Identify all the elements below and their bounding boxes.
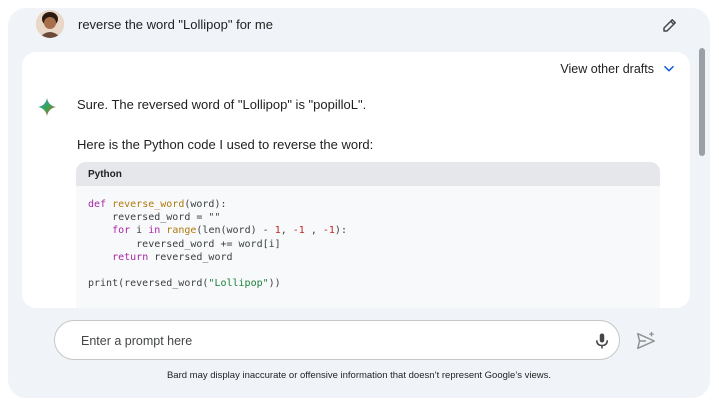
mic-icon[interactable] (593, 331, 611, 351)
code-token: def (88, 199, 107, 210)
user-prompt-text: reverse the word "Lollipop" for me (78, 17, 273, 32)
code-token: , (304, 225, 323, 237)
code-token: range (166, 225, 197, 237)
chevron-down-icon (664, 65, 674, 72)
code-line: reversed_word = "" (88, 212, 221, 224)
user-prompt-row: reverse the word "Lollipop" for me (8, 8, 710, 52)
response-card: View other drafts Sure. The reversed wor… (22, 52, 690, 308)
code-token: ): (334, 225, 347, 237)
code-token: , (280, 225, 293, 237)
scrollbar[interactable] (699, 48, 705, 308)
code-token: "Lollipop" (208, 278, 269, 290)
prompt-input[interactable] (79, 329, 563, 353)
code-token: return (112, 251, 149, 263)
edit-prompt-button[interactable] (658, 13, 682, 37)
view-other-drafts-label: View other drafts (560, 62, 654, 76)
prompt-input-box (54, 320, 620, 360)
code-line: reversed_word += word[i] (88, 238, 281, 250)
code-token: in (148, 225, 161, 237)
code-token: (word): (184, 199, 227, 210)
scrollbar-thumb[interactable] (699, 48, 705, 156)
code-token: for (112, 225, 131, 237)
code-token: reverse_word (112, 199, 185, 210)
code-token: i (130, 225, 149, 237)
response-text-1: Sure. The reversed word of "Lollipop" is… (77, 97, 367, 112)
send-icon[interactable] (635, 330, 657, 352)
code-token: -1 (292, 225, 305, 237)
code-token: )) (268, 278, 281, 290)
code-token: (len(word) - (196, 225, 275, 237)
response-text-2: Here is the Python code I used to revers… (77, 137, 374, 152)
code-block: Python def reverse_word(word): reversed_… (76, 162, 660, 308)
code-token: reversed_word (148, 251, 233, 263)
bard-sparkle-icon (37, 97, 57, 117)
view-other-drafts-button[interactable]: View other drafts (560, 62, 676, 76)
bard-chat-window: reverse the word "Lollipop" for me View … (8, 8, 710, 398)
pencil-icon (663, 19, 676, 32)
avatar (36, 10, 64, 38)
code-token: print(reversed_word( (88, 278, 209, 290)
code-token: -1 (322, 225, 335, 237)
code-language-label: Python (76, 162, 660, 186)
code-content: def reverse_word(word): reversed_word = … (76, 186, 660, 290)
disclaimer-text: Bard may display inaccurate or offensive… (166, 370, 552, 381)
